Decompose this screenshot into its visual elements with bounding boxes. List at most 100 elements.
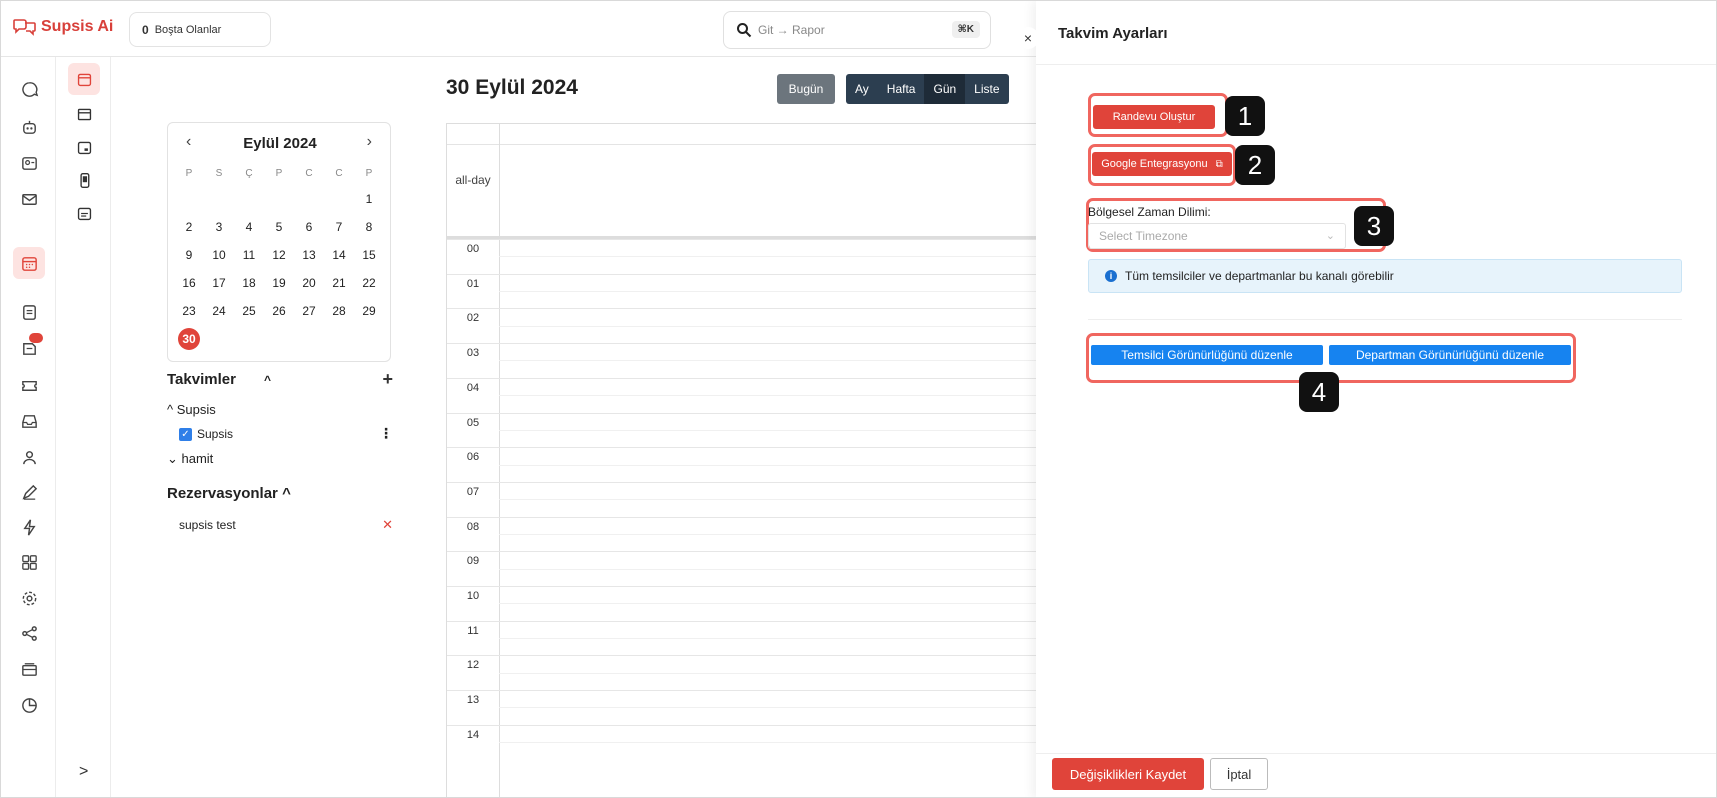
cancel-button[interactable]: İptal — [1210, 758, 1268, 790]
day-cell[interactable]: 14 — [324, 248, 354, 262]
day-cell[interactable]: 21 — [324, 276, 354, 290]
mobile-icon[interactable] — [74, 170, 94, 190]
weekday-label: P — [185, 167, 193, 179]
calendars-header[interactable]: Takvimler ^ + — [167, 369, 393, 390]
lightning-icon[interactable] — [18, 516, 40, 538]
day-cell-today[interactable]: 30 — [174, 328, 204, 350]
document-list-icon[interactable] — [18, 301, 40, 323]
today-button[interactable]: Bugün — [777, 74, 835, 104]
day-cell[interactable]: 20 — [294, 276, 324, 290]
department-visibility-button[interactable]: Departman Görünürlüğünü düzenle — [1329, 345, 1571, 365]
calendar-view-icon[interactable] — [74, 104, 94, 124]
view-day-button[interactable]: Gün — [924, 74, 966, 104]
day-cell[interactable]: 19 — [264, 276, 294, 290]
share-icon[interactable] — [18, 622, 40, 644]
view-list-button[interactable]: Liste — [965, 74, 1008, 104]
cards-icon[interactable] — [18, 658, 40, 680]
view-week-button[interactable]: Hafta — [878, 74, 925, 104]
day-cell[interactable]: 24 — [204, 304, 234, 318]
more-options-icon[interactable]: ⋮ — [379, 425, 393, 442]
expand-calendar-sidebar-button[interactable]: > — [79, 763, 88, 781]
calendar-day-icon[interactable] — [68, 63, 100, 95]
day-cell[interactable]: 9 — [174, 248, 204, 262]
weekday-label: Ç — [245, 167, 253, 179]
app-logo[interactable]: Supsis Ai — [13, 17, 113, 37]
mail-icon[interactable] — [18, 188, 40, 210]
day-cell[interactable]: 17 — [204, 276, 234, 290]
google-integration-label: Google Entegrasyonu — [1101, 158, 1208, 170]
calendars-section: Takvimler ^ + ^ Supsis ✓ Supsis ⋮ ⌄ hami… — [167, 369, 393, 533]
reservation-item[interactable]: supsis test ✕ — [179, 517, 393, 533]
day-cell[interactable]: 16 — [174, 276, 204, 290]
day-cell[interactable]: 15 — [354, 248, 384, 262]
mini-calendar: ‹ Eylül 2024 › P S Ç P C C P 1 2 3 4 5 6 7 8 9 10 11 12 13 1… — [167, 122, 391, 362]
chat-icon[interactable] — [18, 78, 40, 100]
save-changes-button[interactable]: Değişiklikleri Kaydet — [1052, 758, 1204, 790]
bot-icon[interactable] — [18, 116, 40, 138]
calendar-icon[interactable] — [13, 247, 45, 279]
agent-visibility-button[interactable]: Temsilci Görünürlüğünü düzenle — [1091, 345, 1323, 365]
calendar-event-icon[interactable] — [74, 137, 94, 157]
contact-card-icon[interactable] — [18, 152, 40, 174]
apps-grid-icon[interactable] — [18, 551, 40, 573]
day-cell[interactable]: 22 — [354, 276, 384, 290]
hour-line — [447, 724, 1037, 726]
calendar-group-hamit[interactable]: ⌄ hamit — [167, 451, 393, 467]
day-cell[interactable]: 5 — [264, 220, 294, 234]
day-cell[interactable]: 4 — [234, 220, 264, 234]
add-calendar-button[interactable]: + — [382, 369, 393, 390]
weekday-label: C — [335, 167, 343, 179]
day-cell[interactable]: 29 — [354, 304, 384, 318]
day-grid[interactable]: all-day 00 01 02 03 04 05 06 07 08 09 10 11 12 13 14 — [446, 123, 1037, 797]
half-hour-line — [499, 429, 1037, 431]
app-name: Supsis Ai — [41, 18, 114, 35]
inbox-icon[interactable] — [18, 410, 40, 432]
day-cell[interactable]: 10 — [204, 248, 234, 262]
reservations-title[interactable]: Rezervasyonlar ^ — [167, 485, 393, 502]
delete-icon[interactable]: ✕ — [382, 517, 393, 533]
settings-icon[interactable] — [18, 587, 40, 609]
google-integration-button[interactable]: Google Entegrasyonu ⧉ — [1092, 152, 1232, 176]
day-cell[interactable]: 18 — [234, 276, 264, 290]
day-cell[interactable]: 28 — [324, 304, 354, 318]
notes-new-icon[interactable] — [18, 333, 43, 359]
day-cell[interactable]: 6 — [294, 220, 324, 234]
users-icon[interactable] — [18, 446, 40, 468]
day-cell[interactable]: 13 — [294, 248, 324, 262]
close-panel-button[interactable]: × — [1017, 27, 1039, 49]
calendar-group-supsis[interactable]: ^ Supsis — [167, 402, 393, 417]
create-appointment-button[interactable]: Randevu Oluştur — [1093, 105, 1215, 129]
calendar-item-supsis[interactable]: ✓ Supsis ⋮ — [179, 425, 393, 442]
ticket-icon[interactable] — [18, 374, 40, 396]
hour-label: 01 — [466, 277, 480, 290]
day-cell[interactable]: 1 — [354, 192, 384, 206]
day-cell[interactable]: 27 — [294, 304, 324, 318]
day-cell[interactable]: 8 — [354, 220, 384, 234]
day-cell[interactable]: 7 — [324, 220, 354, 234]
idle-agents-button[interactable]: 0 Boşta Olanlar — [129, 12, 271, 47]
day-cell[interactable]: 25 — [234, 304, 264, 318]
hour-line — [447, 447, 1037, 449]
day-cell[interactable]: 3 — [204, 220, 234, 234]
half-hour-line — [499, 464, 1037, 466]
next-month-button[interactable]: › — [367, 133, 372, 151]
pen-icon[interactable] — [18, 481, 40, 503]
view-month-button[interactable]: Ay — [846, 74, 878, 104]
hour-line — [447, 516, 1037, 518]
hour-label: 08 — [466, 520, 480, 533]
hour-label: 02 — [466, 312, 480, 325]
marker-1: 1 — [1225, 96, 1265, 136]
search-input[interactable]: Git → Rapor ⌘K — [723, 11, 991, 49]
divider — [1088, 319, 1682, 320]
day-cell[interactable]: 12 — [264, 248, 294, 262]
reports-pie-icon[interactable] — [18, 694, 40, 716]
day-cell[interactable]: 23 — [174, 304, 204, 318]
half-hour-line — [499, 672, 1037, 674]
day-cell[interactable]: 2 — [174, 220, 204, 234]
day-cell[interactable]: 26 — [264, 304, 294, 318]
checkbox-checked-icon[interactable]: ✓ — [179, 427, 192, 441]
chevron-up-icon[interactable]: ^ — [264, 373, 271, 387]
calendar-list-icon[interactable] — [74, 203, 94, 223]
day-cell[interactable]: 11 — [234, 248, 264, 262]
timezone-select[interactable]: Select Timezone ⌄ — [1088, 223, 1346, 249]
